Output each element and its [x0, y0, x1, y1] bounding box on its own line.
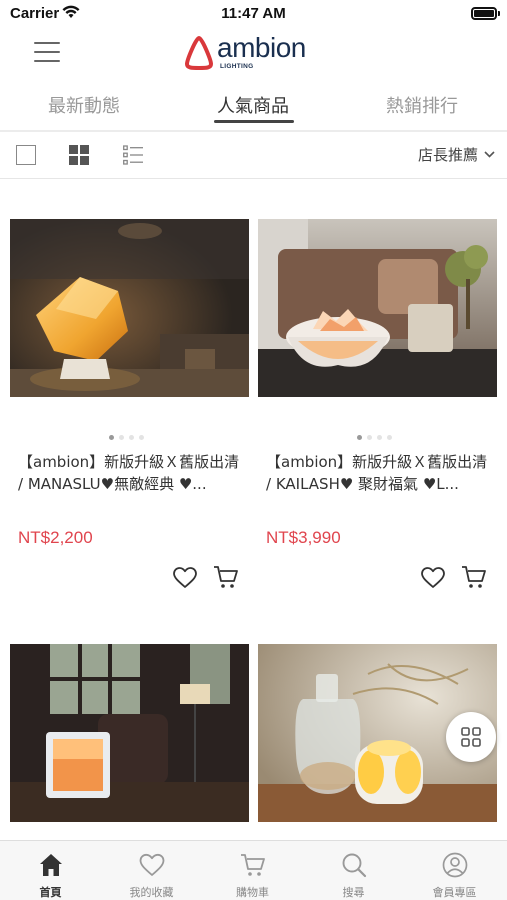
tabbar-favorites[interactable]: 我的收藏	[101, 841, 202, 900]
heart-icon[interactable]	[420, 565, 446, 591]
image-pager	[10, 435, 249, 441]
quick-menu-button[interactable]	[446, 712, 496, 762]
list-view-icon[interactable]	[123, 145, 143, 165]
view-options-bar: 店長推薦	[0, 132, 507, 178]
tabbar-label: 搜尋	[342, 886, 365, 899]
tabbar-search[interactable]: 搜尋	[303, 841, 404, 900]
single-view-icon[interactable]	[16, 145, 36, 165]
sort-dropdown[interactable]: 店長推薦	[418, 144, 495, 165]
grid-view-icon[interactable]	[69, 145, 89, 165]
ambion-logo[interactable]: ambion LIGHTING	[184, 32, 324, 74]
chevron-down-icon	[484, 151, 495, 158]
heart-icon	[139, 853, 165, 876]
divider	[0, 178, 507, 179]
cart-icon[interactable]	[461, 564, 487, 590]
user-icon	[442, 852, 468, 878]
product-image[interactable]	[10, 219, 249, 397]
tabbar-label: 購物車	[236, 886, 269, 899]
product-image[interactable]	[258, 219, 497, 397]
search-icon	[342, 853, 367, 878]
product-price: NT$2,200	[18, 528, 93, 547]
heart-icon[interactable]	[172, 565, 198, 591]
app-header: ambion LIGHTING	[0, 28, 507, 80]
product-image[interactable]	[10, 644, 249, 822]
tab-best-sellers[interactable]: 熱銷排行	[362, 92, 482, 118]
logo-mark-icon	[185, 36, 213, 70]
product-price: NT$3,990	[266, 528, 341, 547]
battery-icon	[471, 7, 500, 20]
category-tabs: 最新動態 人氣商品 熱銷排行	[0, 86, 507, 128]
cart-icon	[241, 854, 265, 876]
tabbar-member[interactable]: 會員專區	[404, 841, 505, 900]
status-bar: Carrier 11:47 AM	[0, 0, 507, 28]
logo-text: ambion	[217, 32, 306, 63]
home-icon	[40, 854, 62, 876]
tab-popular-products[interactable]: 人氣商品	[193, 92, 313, 118]
tabbar-cart[interactable]: 購物車	[202, 841, 303, 900]
active-tab-indicator	[214, 120, 294, 123]
clock: 11:47 AM	[221, 5, 286, 22]
logo-subtext: LIGHTING	[220, 63, 254, 70]
menu-button[interactable]	[34, 42, 60, 64]
tabbar-label: 會員專區	[432, 886, 477, 899]
sort-label: 店長推薦	[417, 146, 478, 164]
tabbar-label: 我的收藏	[129, 886, 174, 899]
cart-icon[interactable]	[213, 564, 239, 590]
product-title[interactable]: 【ambion】新版升級Ｘ舊版出清 / KAILASH♥ 聚財福氣 ♥L...	[266, 451, 492, 495]
tabbar-home[interactable]: 首頁	[0, 841, 101, 900]
product-title[interactable]: 【ambion】新版升級Ｘ舊版出清 / MANASLU♥無敵經典 ♥...	[18, 451, 244, 495]
grid-menu-icon	[461, 727, 481, 747]
image-pager	[258, 435, 497, 441]
tab-latest-news[interactable]: 最新動態	[24, 92, 144, 118]
bottom-tab-bar: 首頁 我的收藏 購物車 搜尋 會員專區	[0, 840, 507, 900]
tabbar-label: 首頁	[39, 886, 62, 899]
